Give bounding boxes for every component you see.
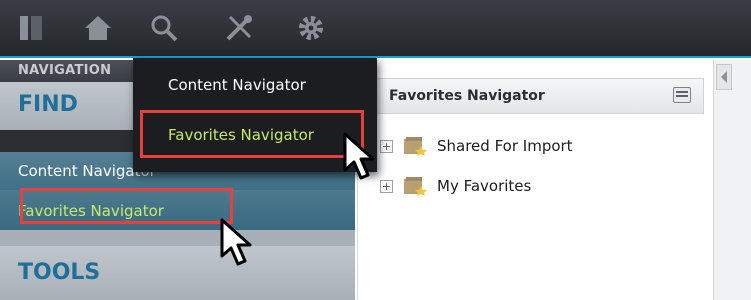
collapse-panel-icon[interactable] — [716, 64, 732, 90]
tools-heading: TOOLS — [0, 246, 355, 300]
tree-item-label: Shared For Import — [437, 137, 573, 155]
favorites-panel: Favorites Navigator + Shared For Import … — [357, 60, 713, 300]
home-icon[interactable] — [83, 13, 113, 43]
mouse-cursor-icon — [343, 132, 375, 180]
menu-item-content-navigator[interactable]: Content Navigator — [133, 76, 377, 94]
favorites-folder-icon — [404, 177, 427, 196]
favorites-panel-header: Favorites Navigator — [376, 78, 704, 114]
tree-item[interactable]: + My Favorites — [380, 174, 531, 198]
top-toolbar — [0, 0, 751, 58]
panel-options-icon[interactable] — [673, 87, 691, 103]
search-icon[interactable] — [149, 13, 179, 43]
favorites-menu-highlight — [140, 110, 364, 158]
expand-icon[interactable]: + — [380, 139, 393, 153]
favorites-panel-title: Favorites Navigator — [389, 88, 545, 104]
shared-folder-icon — [404, 137, 427, 156]
expand-icon[interactable]: + — [380, 179, 393, 193]
gear-icon[interactable] — [296, 13, 326, 43]
sidebar-toggle-icon[interactable] — [16, 13, 46, 43]
tools-icon[interactable] — [224, 13, 254, 43]
mouse-cursor-icon — [220, 218, 252, 266]
side-strip — [713, 60, 751, 300]
favorites-nav-highlight — [20, 188, 233, 224]
tree-item-label: My Favorites — [437, 177, 532, 195]
nav-divider — [0, 230, 355, 246]
tree-item[interactable]: + Shared For Import — [380, 134, 573, 158]
